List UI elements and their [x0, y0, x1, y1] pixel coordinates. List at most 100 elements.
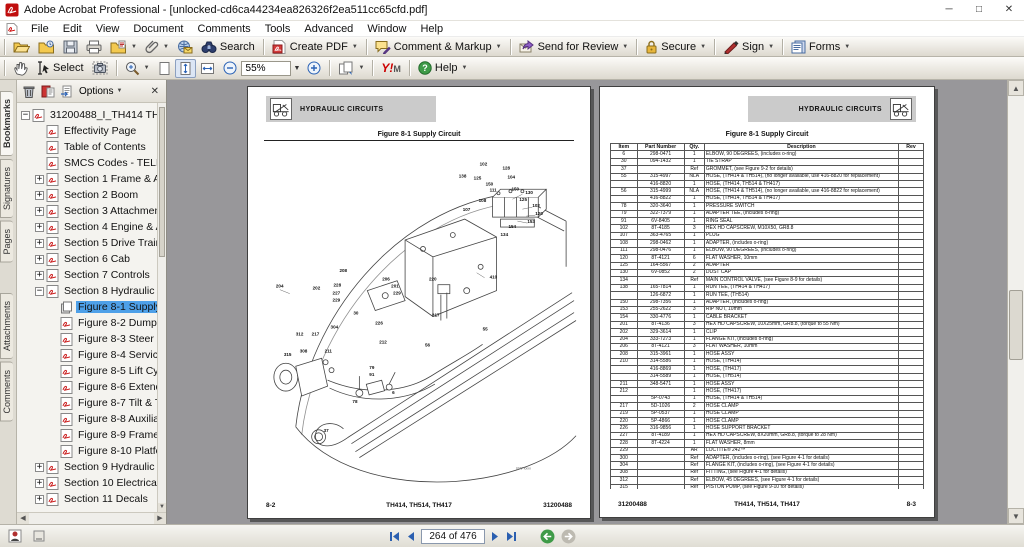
bookmark-label[interactable]: Section 9 Hydraulic: [62, 461, 156, 473]
bookmark-label[interactable]: Section 3 Attachmen: [62, 205, 162, 217]
bookmark-item[interactable]: Figure 8-3 Steer S: [19, 331, 166, 347]
email-button[interactable]: [173, 38, 197, 56]
fit-width-button[interactable]: [196, 59, 219, 78]
close-button[interactable]: ✕: [994, 0, 1024, 20]
page-number-input[interactable]: 264 of 476: [421, 529, 485, 544]
save-button[interactable]: [59, 38, 82, 56]
bookmark-item[interactable]: Figure 8-6 Extend: [19, 379, 166, 395]
bookmark-item[interactable]: Figure 8-10 Platfo: [19, 443, 166, 459]
bookmark-item[interactable]: Effectivity Page: [19, 123, 166, 139]
bookmark-label[interactable]: Section 4 Engine & A: [62, 221, 165, 233]
nav-tab-signatures[interactable]: Signatures: [0, 159, 13, 218]
bookmark-label[interactable]: Section 6 Cab: [62, 253, 132, 265]
nav-tab-pages[interactable]: Pages: [0, 221, 13, 263]
scroll-up-arrow[interactable]: ▲: [1008, 80, 1024, 96]
menu-comments[interactable]: Comments: [191, 23, 258, 35]
zoom-in-tool-button[interactable]: ▼: [121, 59, 154, 78]
hand-tool-button[interactable]: [9, 58, 32, 78]
bookmark-item[interactable]: + Section 11 Decals: [19, 491, 166, 507]
highlight-bookmark-icon[interactable]: [41, 85, 55, 98]
bookmark-label[interactable]: Section 7 Controls: [62, 269, 152, 281]
organizer-button[interactable]: [34, 38, 59, 56]
next-view-button[interactable]: [561, 529, 576, 544]
comment-markup-button[interactable]: Comment & Markup▼: [371, 38, 506, 56]
bookmark-item[interactable]: Figure 8-8 Auxilia: [19, 411, 166, 427]
panel-vertical-scrollbar[interactable]: ▼: [157, 103, 166, 512]
zoom-dropdown-arrow[interactable]: ▼: [291, 65, 304, 72]
bookmark-item[interactable]: + Section 2 Boom: [19, 187, 166, 203]
panel-scroll-right-arrow[interactable]: ▶: [154, 513, 166, 524]
bookmark-label[interactable]: 31200488_I_TH414 TH5: [48, 109, 166, 121]
snapshot-button[interactable]: [88, 59, 112, 77]
search-button[interactable]: Search: [197, 38, 259, 56]
bookmark-item[interactable]: +Section 5 Drive Train: [19, 235, 166, 251]
bookmark-item[interactable]: Figure 8-7 Tilt & T: [19, 395, 166, 411]
options-menu-button[interactable]: Options▼: [79, 86, 122, 97]
nav-tab-attachments[interactable]: Attachments: [0, 293, 13, 359]
bookmark-label[interactable]: Table of Contents: [62, 141, 148, 153]
menu-window[interactable]: Window: [360, 23, 413, 35]
bookmark-item[interactable]: Figure 8-9 Frame: [19, 427, 166, 443]
bookmark-label[interactable]: Effectivity Page: [62, 125, 138, 137]
menu-document[interactable]: Document: [126, 23, 190, 35]
panel-scroll-down-arrow[interactable]: ▼: [158, 503, 166, 512]
bookmark-label[interactable]: Figure 8-8 Auxilia: [76, 413, 161, 425]
create-pdf-button[interactable]: Create PDF▼: [268, 38, 362, 56]
panel-scroll-left-arrow[interactable]: ◀: [17, 513, 29, 524]
actual-size-button[interactable]: [154, 59, 175, 78]
expand-icon[interactable]: +: [35, 463, 44, 472]
bookmark-label[interactable]: Figure 8-10 Platfo: [76, 445, 163, 457]
maximize-button[interactable]: □: [964, 0, 994, 20]
select-tool-button[interactable]: Select: [32, 59, 88, 77]
expand-icon[interactable]: +: [35, 495, 44, 504]
bookmark-item[interactable]: SMCS Codes - TELE: [19, 155, 166, 171]
expand-icon[interactable]: +: [35, 191, 44, 200]
bookmark-label[interactable]: Section 1 Frame & A: [62, 173, 162, 185]
menu-edit[interactable]: Edit: [56, 23, 89, 35]
collapse-icon[interactable]: −: [35, 287, 44, 296]
bookmark-label[interactable]: Figure 8-1 Supply: [76, 301, 163, 313]
page-layout-status-icon[interactable]: [32, 529, 46, 543]
collapse-icon[interactable]: −: [21, 111, 30, 120]
secure-button[interactable]: Secure▼: [641, 38, 710, 56]
bookmark-item[interactable]: + Section 9 Hydraulic: [19, 459, 166, 475]
menu-view[interactable]: View: [89, 23, 127, 35]
page-display-button[interactable]: ▼: [334, 59, 368, 78]
expand-icon[interactable]: +: [35, 223, 44, 232]
fit-page-button[interactable]: [175, 59, 196, 78]
scroll-down-arrow[interactable]: ▼: [1008, 508, 1024, 524]
zoom-add-button[interactable]: [303, 59, 325, 77]
attach-button[interactable]: ▼: [141, 38, 173, 56]
expand-icon[interactable]: +: [35, 207, 44, 216]
menu-tools[interactable]: Tools: [258, 23, 298, 35]
panel-scrollbar-thumb[interactable]: [159, 107, 165, 257]
document-scrollbar-thumb[interactable]: [1009, 290, 1023, 360]
bookmark-item[interactable]: Table of Contents: [19, 139, 166, 155]
menu-file[interactable]: File: [24, 23, 56, 35]
panel-close-button[interactable]: ✕: [149, 86, 161, 97]
bookmark-label[interactable]: Figure 8-9 Frame: [76, 429, 161, 441]
expand-icon[interactable]: +: [35, 479, 44, 488]
bookmark-label[interactable]: SMCS Codes - TELE: [62, 157, 165, 169]
bookmark-label[interactable]: Figure 8-2 Dump: [76, 317, 159, 329]
bookmark-item[interactable]: − 31200488_I_TH414 TH5: [19, 107, 166, 123]
bookmark-item[interactable]: +Section 1 Frame & A: [19, 171, 166, 187]
print-button[interactable]: [82, 38, 106, 56]
bookmark-label[interactable]: Section 11 Decals: [62, 493, 150, 505]
minimize-button[interactable]: ─: [934, 0, 964, 20]
bookmark-label[interactable]: Figure 8-4 Service: [76, 349, 166, 361]
bookmark-item[interactable]: −Section 8 Hydraulic: [19, 283, 166, 299]
open-button[interactable]: [9, 38, 34, 56]
bookmark-label[interactable]: Figure 8-6 Extend: [76, 381, 163, 393]
previous-page-button[interactable]: [406, 531, 415, 542]
zoom-level-input[interactable]: 55%: [241, 61, 291, 76]
nav-tab-comments[interactable]: Comments: [0, 362, 13, 422]
export-button[interactable]: ▼: [106, 38, 141, 56]
nav-tab-bookmarks[interactable]: Bookmarks: [0, 91, 13, 156]
sign-button[interactable]: Sign▼: [719, 38, 778, 56]
bookmark-label[interactable]: Section 2 Boom: [62, 189, 140, 201]
bookmark-item[interactable]: Figure 8-4 Service: [19, 347, 166, 363]
bookmark-label[interactable]: Figure 8-7 Tilt & T: [76, 397, 163, 409]
security-status-icon[interactable]: [8, 529, 22, 543]
first-page-button[interactable]: [388, 531, 400, 542]
